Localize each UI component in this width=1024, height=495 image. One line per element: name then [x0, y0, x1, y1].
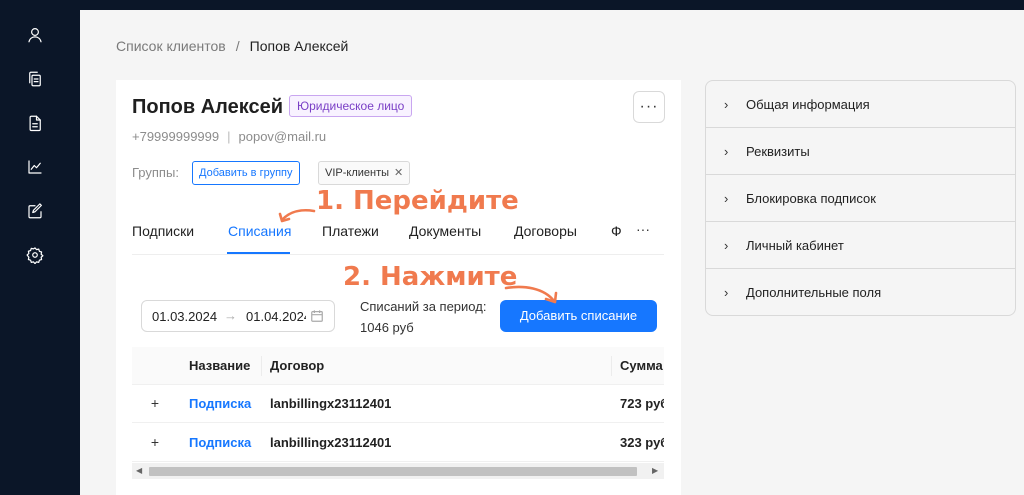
- scroll-right-icon[interactable]: ▶: [652, 466, 658, 475]
- contact-divider: |: [227, 129, 231, 144]
- accordion-label: Личный кабинет: [746, 238, 844, 253]
- row-amount: 723 руб: [620, 396, 664, 411]
- writeoffs-summary: Списаний за период: 1046 руб: [360, 299, 487, 335]
- date-range-picker[interactable]: 01.03.2024 → 01.04.2024: [141, 300, 335, 332]
- annotation-arrow-icon: [278, 205, 318, 230]
- accordion-item-general-info[interactable]: › Общая информация: [706, 81, 1015, 128]
- breadcrumb-current: Попов Алексей: [249, 38, 349, 54]
- chevron-right-icon: ›: [724, 191, 729, 206]
- table-row: + Подписка lanbillingx23112401 323 руб: [132, 424, 664, 462]
- date-from-input[interactable]: 01.03.2024: [152, 309, 222, 324]
- column-header-amount[interactable]: Сумма: [620, 358, 663, 373]
- accordion-item-requisites[interactable]: › Реквизиты: [706, 128, 1015, 175]
- breadcrumb-parent-link[interactable]: Список клиентов: [116, 38, 226, 54]
- tab-documents[interactable]: Документы: [409, 223, 481, 239]
- group-tag-label: VIP-клиенты: [325, 167, 390, 179]
- column-header-name[interactable]: Название: [189, 358, 250, 373]
- add-to-group-button[interactable]: Добавить в группу: [192, 161, 300, 185]
- breadcrumb: Список клиентов / Попов Алексей: [116, 38, 348, 54]
- tabs-bar: Подписки Списания Платежи Документы Дого…: [132, 213, 664, 255]
- more-actions-button[interactable]: ···: [633, 91, 665, 123]
- writeoffs-table: Название Договор Сумма + Подписка lanbil…: [132, 347, 664, 482]
- gear-icon[interactable]: [24, 244, 46, 266]
- groups-label: Группы:: [132, 165, 179, 180]
- client-contacts: +79999999999 | popov@mail.ru: [132, 129, 326, 144]
- tab-contracts[interactable]: Договоры: [514, 223, 577, 239]
- expand-row-icon[interactable]: +: [148, 396, 162, 410]
- table-row: + Подписка lanbillingx23112401 723 руб: [132, 385, 664, 423]
- active-tab-indicator: [227, 252, 290, 254]
- tab-payments[interactable]: Платежи: [322, 223, 379, 239]
- accordion-label: Реквизиты: [746, 144, 810, 159]
- column-header-contract[interactable]: Договор: [270, 358, 324, 373]
- tabs-more-button[interactable]: ···: [636, 221, 650, 237]
- calendar-icon: [310, 309, 324, 323]
- tab-subscriptions[interactable]: Подписки: [132, 223, 194, 239]
- annotation-step2: 2. Нажмите: [343, 262, 518, 292]
- client-name: Попов Алексей: [132, 96, 284, 118]
- chevron-right-icon: ›: [724, 144, 729, 159]
- row-contract: lanbillingx23112401: [270, 435, 392, 450]
- breadcrumb-separator: /: [235, 38, 240, 54]
- user-icon[interactable]: [24, 24, 46, 46]
- client-email: popov@mail.ru: [238, 129, 327, 144]
- scrollbar-thumb[interactable]: [149, 467, 637, 476]
- row-name-link[interactable]: Подписка: [189, 396, 251, 411]
- copy-icon[interactable]: [24, 68, 46, 90]
- edit-icon[interactable]: [24, 200, 46, 222]
- row-contract: lanbillingx23112401: [270, 396, 392, 411]
- accordion-label: Блокировка подписок: [746, 191, 876, 206]
- chevron-right-icon: ›: [724, 97, 729, 112]
- column-divider: [261, 356, 262, 376]
- scroll-left-icon[interactable]: ◀: [136, 466, 142, 475]
- row-amount: 323 руб: [620, 435, 664, 450]
- column-divider: [611, 356, 612, 376]
- accordion-item-subscription-lock[interactable]: › Блокировка подписок: [706, 175, 1015, 222]
- table-header: Название Договор Сумма: [132, 347, 664, 385]
- accordion-item-personal-account[interactable]: › Личный кабинет: [706, 222, 1015, 269]
- sidebar: [0, 0, 80, 495]
- accordion-label: Дополнительные поля: [746, 285, 882, 300]
- expand-row-icon[interactable]: +: [148, 435, 162, 449]
- chevron-right-icon: ›: [724, 238, 729, 253]
- group-tag-vip: VIP-клиенты ✕: [318, 161, 411, 185]
- tab-truncated[interactable]: Ф: [611, 223, 622, 239]
- row-name-link[interactable]: Подписка: [189, 435, 251, 450]
- annotation-arrow-icon: [502, 282, 562, 311]
- annotation-step1: 1. Перейдите: [316, 186, 519, 216]
- top-bar: [0, 0, 1024, 10]
- accordion-label: Общая информация: [746, 97, 870, 112]
- client-type-tag: Юридическое лицо: [289, 95, 413, 117]
- chevron-right-icon: ›: [724, 285, 729, 300]
- accordion-item-extra-fields[interactable]: › Дополнительные поля: [706, 269, 1015, 315]
- horizontal-scrollbar[interactable]: ◀ ▶: [132, 463, 664, 479]
- client-phone: +79999999999: [132, 129, 220, 144]
- chart-icon[interactable]: [24, 156, 46, 178]
- document-icon[interactable]: [24, 112, 46, 134]
- date-to-input[interactable]: 01.04.2024: [246, 309, 306, 324]
- arrow-right-icon: →: [224, 308, 237, 323]
- info-accordion: › Общая информация › Реквизиты › Блокиро…: [705, 80, 1016, 316]
- close-icon[interactable]: ✕: [394, 167, 403, 179]
